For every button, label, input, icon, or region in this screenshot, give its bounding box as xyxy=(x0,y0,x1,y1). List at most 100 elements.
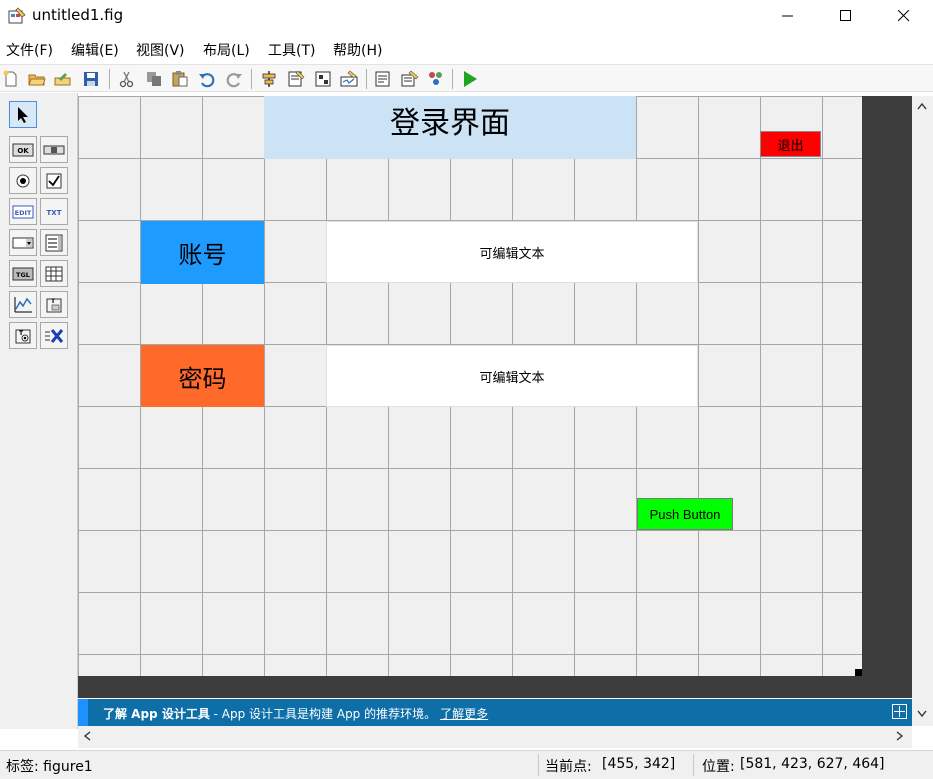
panel-tool[interactable]: T xyxy=(40,291,68,318)
property-inspector-icon[interactable] xyxy=(399,68,421,90)
title-static-text[interactable]: 登录界面 xyxy=(264,96,636,159)
object-browser-icon[interactable] xyxy=(425,68,447,90)
button-group-icon: T xyxy=(15,329,31,343)
figure-canvas[interactable]: 登录界面 退出 账号 可编辑文本 密码 可编辑文本 Push Button xyxy=(78,96,862,676)
slider-tool[interactable] xyxy=(40,136,68,163)
undo-icon[interactable] xyxy=(196,68,218,90)
run-icon[interactable] xyxy=(459,68,481,90)
listbox-tool[interactable] xyxy=(40,229,68,256)
app-designer-banner: 了解 App 设计工具 - App 设计工具是构建 App 的推荐环境。 了解更多 xyxy=(78,699,912,726)
popupmenu-tool[interactable] xyxy=(9,229,37,256)
toolbar-separator xyxy=(366,69,367,89)
edit-text-icon: EDIT xyxy=(12,205,34,218)
toolbar-separator xyxy=(452,69,453,89)
axes-icon xyxy=(14,296,32,312)
activex-tool[interactable] xyxy=(40,322,68,349)
menu-editor-icon[interactable] xyxy=(285,68,307,90)
scroll-down-icon[interactable] xyxy=(917,710,927,718)
select-tool[interactable] xyxy=(9,101,37,128)
menu-bar: 文件(F) 编辑(E) 视图(V) 布局(L) 工具(T) 帮助(H) xyxy=(0,36,933,62)
expand-icon[interactable] xyxy=(892,704,907,719)
table-icon xyxy=(45,266,63,281)
guide-app-icon xyxy=(7,6,27,26)
scroll-left-icon[interactable] xyxy=(83,731,91,741)
menu-layout[interactable]: 布局(L) xyxy=(203,40,250,60)
open-folder-icon[interactable] xyxy=(26,68,48,90)
togglebutton-tool[interactable]: TGL xyxy=(9,260,37,287)
toolbar-editor-icon[interactable] xyxy=(338,68,360,90)
align-icon[interactable] xyxy=(258,68,280,90)
toolbar xyxy=(0,64,933,92)
current-point-label: 当前点: xyxy=(545,759,592,775)
pointer-icon xyxy=(18,106,28,123)
tab-order-icon[interactable] xyxy=(312,68,334,90)
tag-readout: 标签: figure1 xyxy=(6,759,93,775)
menu-edit[interactable]: 编辑(E) xyxy=(71,40,119,60)
close-button[interactable] xyxy=(881,0,927,32)
pushbutton-tool[interactable]: OK xyxy=(9,136,37,163)
panel-icon: T xyxy=(46,298,62,312)
edittext-tool[interactable]: EDIT xyxy=(9,198,37,225)
save-icon[interactable] xyxy=(80,68,102,90)
window-title: untitled1.fig xyxy=(32,6,124,24)
exit-button[interactable]: 退出 xyxy=(760,131,821,157)
svg-text:TGL: TGL xyxy=(16,271,30,279)
radiobutton-tool[interactable] xyxy=(9,167,37,194)
account-edit-text[interactable]: 可编辑文本 xyxy=(326,221,698,283)
menu-tools[interactable]: 工具(T) xyxy=(268,40,315,60)
banner-title: 了解 App 设计工具 xyxy=(103,707,210,721)
slider-icon xyxy=(43,145,65,154)
toggle-icon: TGL xyxy=(12,267,34,280)
static-text-icon: TXT xyxy=(47,209,62,217)
cut-icon[interactable] xyxy=(116,68,138,90)
toolbar-separator xyxy=(109,69,110,89)
figure-resize-handle[interactable] xyxy=(855,669,862,676)
horizontal-scrollbar[interactable] xyxy=(78,726,912,748)
buttongroup-tool[interactable]: T xyxy=(9,322,37,349)
vertical-scrollbar[interactable] xyxy=(912,96,933,726)
push-button[interactable]: Push Button xyxy=(637,498,733,530)
radio-icon xyxy=(16,174,30,187)
scroll-right-icon[interactable] xyxy=(896,731,904,741)
statictext-tool[interactable]: TXT xyxy=(40,198,68,225)
component-palette: OK EDIT TXT TGL T T xyxy=(0,93,78,729)
activex-icon xyxy=(45,328,64,343)
checkbox-icon xyxy=(46,173,62,188)
editor-icon[interactable] xyxy=(372,68,394,90)
svg-text:OK: OK xyxy=(17,147,29,155)
status-separator xyxy=(538,754,539,776)
status-bar: 标签: figure1 当前点: [455, 342] 位置: [581, 42… xyxy=(0,750,933,779)
learn-more-link[interactable]: 了解更多 xyxy=(440,707,488,721)
banner-description: - App 设计工具是构建 App 的推荐环境。 xyxy=(209,707,437,721)
scroll-up-icon[interactable] xyxy=(917,102,927,110)
ok-button-icon: OK xyxy=(12,143,34,156)
svg-text:TXT: TXT xyxy=(47,209,62,217)
new-file-icon[interactable] xyxy=(0,68,22,90)
layout-area: 登录界面 退出 账号 可编辑文本 密码 可编辑文本 Push Button xyxy=(78,96,912,698)
copy-icon[interactable] xyxy=(143,68,165,90)
password-edit-text[interactable]: 可编辑文本 xyxy=(326,345,698,407)
redo-icon[interactable] xyxy=(223,68,245,90)
paste-icon[interactable] xyxy=(169,68,191,90)
banner-accent xyxy=(78,699,88,726)
open-icon[interactable] xyxy=(52,68,74,90)
current-point-readout: [455, 342] xyxy=(602,756,676,772)
password-label[interactable]: 密码 xyxy=(141,345,264,407)
menu-file[interactable]: 文件(F) xyxy=(6,40,53,60)
close-icon xyxy=(898,10,910,22)
listbox-icon xyxy=(45,234,63,251)
axes-tool[interactable] xyxy=(9,291,37,318)
banner-message: 了解 App 设计工具 - App 设计工具是构建 App 的推荐环境。 了解更多 xyxy=(103,705,488,722)
svg-text:EDIT: EDIT xyxy=(15,209,32,217)
popup-menu-icon xyxy=(12,237,34,248)
table-tool[interactable] xyxy=(40,260,68,287)
account-label[interactable]: 账号 xyxy=(141,221,264,284)
checkbox-tool[interactable] xyxy=(40,167,68,194)
maximize-button[interactable] xyxy=(823,0,869,32)
minimize-button[interactable] xyxy=(765,0,811,32)
title-bar: untitled1.fig xyxy=(0,0,933,32)
minimize-icon xyxy=(782,15,793,17)
menu-help[interactable]: 帮助(H) xyxy=(333,40,382,60)
menu-view[interactable]: 视图(V) xyxy=(136,40,185,60)
position-readout: [581, 423, 627, 464] xyxy=(740,756,885,772)
